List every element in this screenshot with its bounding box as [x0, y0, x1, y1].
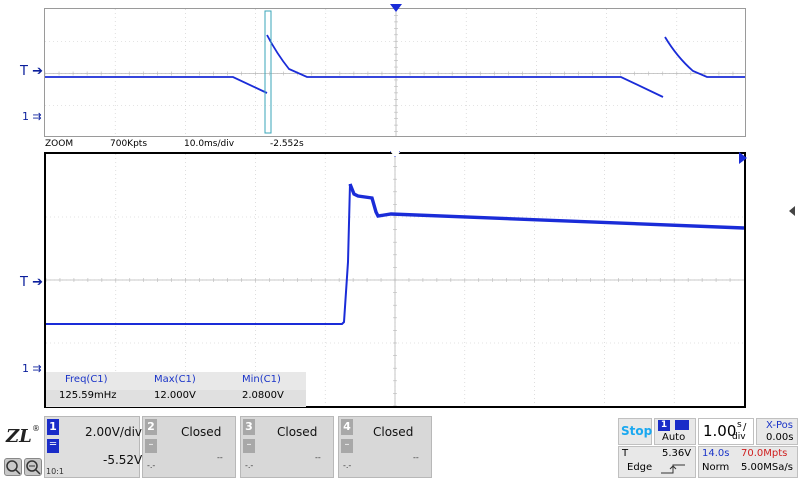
meas-value-freq: 125.59mHz — [59, 390, 117, 401]
measurement-headers: Freq(C1) Max(C1) Min(C1) — [46, 374, 306, 390]
trigger-mode-panel[interactable]: 1 Auto — [654, 418, 696, 445]
zlg-logo: ZL ® — [4, 420, 42, 456]
channel-4-panel[interactable]: 4 – Closed -.- -- — [338, 416, 432, 478]
zlg-logo-mark: ZL ® — [5, 424, 40, 447]
meas-header-freq: Freq(C1) — [65, 374, 108, 385]
channel-4-coupling-icon: – — [341, 439, 353, 453]
graticule — [46, 154, 744, 406]
trigger-mode-label: Auto — [662, 432, 686, 443]
overview-ch1-marker: 1 ⇉ — [22, 110, 42, 123]
timebase-scale-panel[interactable]: 1.00 s / div — [698, 418, 754, 445]
zoom-timebase: 10.0ms/div — [184, 139, 235, 149]
zoom-trace-rise — [46, 183, 351, 325]
channel-4-right-value: -- — [413, 453, 419, 462]
timebase-unit-bottom: div — [732, 432, 746, 442]
zoom-mode-label: ZOOM — [45, 139, 74, 149]
trigger-coupling-icon — [675, 420, 689, 430]
channel-1-coupling-icon: ═ — [47, 439, 59, 453]
channel-1-panel[interactable]: 1 ═ 2.00V/div -5.52V 10:1 — [44, 416, 143, 478]
channel-3-number: 3 — [243, 419, 255, 435]
acquisition-panel[interactable]: 14.0s 70.0Mpts Norm 5.00MSa/s — [698, 446, 798, 478]
channel-4-number: 4 — [341, 419, 353, 435]
xpos-value: 0.00s — [766, 432, 794, 443]
channel-1-probe: 10:1 — [46, 467, 64, 476]
trigger-type-label: T — [622, 448, 629, 459]
trigger-source-badge: 1 — [658, 420, 670, 431]
trigger-level: 5.36V — [662, 448, 692, 459]
channel-2-coupling-icon: – — [145, 439, 157, 453]
side-panel-toggle-icon[interactable] — [789, 206, 795, 216]
zoom-window-indicator — [264, 10, 272, 134]
meas-value-min: 2.0800V — [242, 390, 284, 401]
timebase-unit-top: s — [737, 420, 742, 430]
run-stop-button[interactable]: Stop — [618, 418, 652, 445]
overview-trace-low-1 — [45, 76, 268, 94]
overview-trigger-marker: T ➔ — [20, 64, 43, 79]
channel-2-panel[interactable]: 2 – Closed -.- -- — [142, 416, 236, 478]
zoom-trace-high — [348, 183, 744, 230]
trigger-settings-panel[interactable]: T 5.36V Edge — [618, 446, 696, 478]
channel-3-panel[interactable]: 3 – Closed -.- -- — [240, 416, 334, 478]
channel-2-number: 2 — [145, 419, 157, 435]
channel-1-offset: -5.52V — [103, 453, 143, 467]
channel-4-status: Closed — [373, 425, 414, 439]
record-time: 14.0s — [702, 448, 730, 459]
overview-waveform-plot[interactable] — [44, 8, 746, 137]
xpos-panel[interactable]: X-Pos 0.00s — [756, 418, 798, 445]
channel-3-coupling-icon: – — [243, 439, 255, 453]
meas-header-max: Max(C1) — [154, 374, 196, 385]
overview-waveform-svg — [45, 9, 745, 136]
trigger-position-marker[interactable] — [390, 4, 402, 12]
rising-edge-icon — [661, 464, 685, 474]
overview-trace-end — [664, 36, 745, 78]
channel-2-status: Closed — [181, 425, 222, 439]
channel-2-right-value: -- — [217, 453, 223, 462]
measure-cursor-icon[interactable] — [4, 458, 22, 476]
zoom-right-arrow-icon — [739, 152, 747, 164]
zoom-waveform-plot[interactable] — [44, 152, 746, 408]
acquisition-mode: Norm — [702, 462, 730, 473]
zoom-points: 700Kpts — [110, 139, 148, 149]
trigger-slope-label: Edge — [627, 462, 653, 473]
sample-rate: 5.00MSa/s — [741, 462, 793, 473]
channel-1-scale: 2.00V/div — [85, 425, 143, 439]
zoom-waveform-svg — [46, 154, 744, 406]
channel-3-status: Closed — [277, 425, 318, 439]
overview-trace-mid — [266, 34, 664, 98]
zoom-trigger-marker: T ➔ — [20, 275, 43, 290]
xpos-label: X-Pos — [766, 420, 793, 431]
channel-1-number: 1 — [47, 419, 59, 435]
graticule — [45, 9, 745, 136]
meas-value-max: 12.000V — [154, 390, 196, 401]
memory-depth: 70.0Mpts — [741, 448, 788, 459]
zoom-ch1-marker: 1 ⇉ — [22, 362, 42, 375]
meas-header-min: Min(C1) — [242, 374, 281, 385]
channel-2-left-value: -.- — [147, 461, 156, 470]
svg-text:ZL: ZL — [5, 426, 32, 447]
oscilloscope-screen: T ➔ 1 ⇉ ZOOM 700Kpts 10.0ms/div -2.552s … — [0, 0, 800, 480]
channel-3-left-value: -.- — [245, 461, 254, 470]
svg-text:®: ® — [32, 424, 40, 433]
measurement-values: 125.59mHz 12.000V 2.0800V — [46, 390, 306, 406]
zoom-search-icon[interactable] — [24, 458, 42, 476]
channel-3-right-value: -- — [315, 453, 321, 462]
measurement-panel: Freq(C1) Max(C1) Min(C1) 125.59mHz 12.00… — [46, 372, 306, 407]
zoom-offset: -2.552s — [270, 139, 304, 149]
channel-4-left-value: -.- — [343, 461, 352, 470]
run-state-label: Stop — [621, 424, 653, 438]
